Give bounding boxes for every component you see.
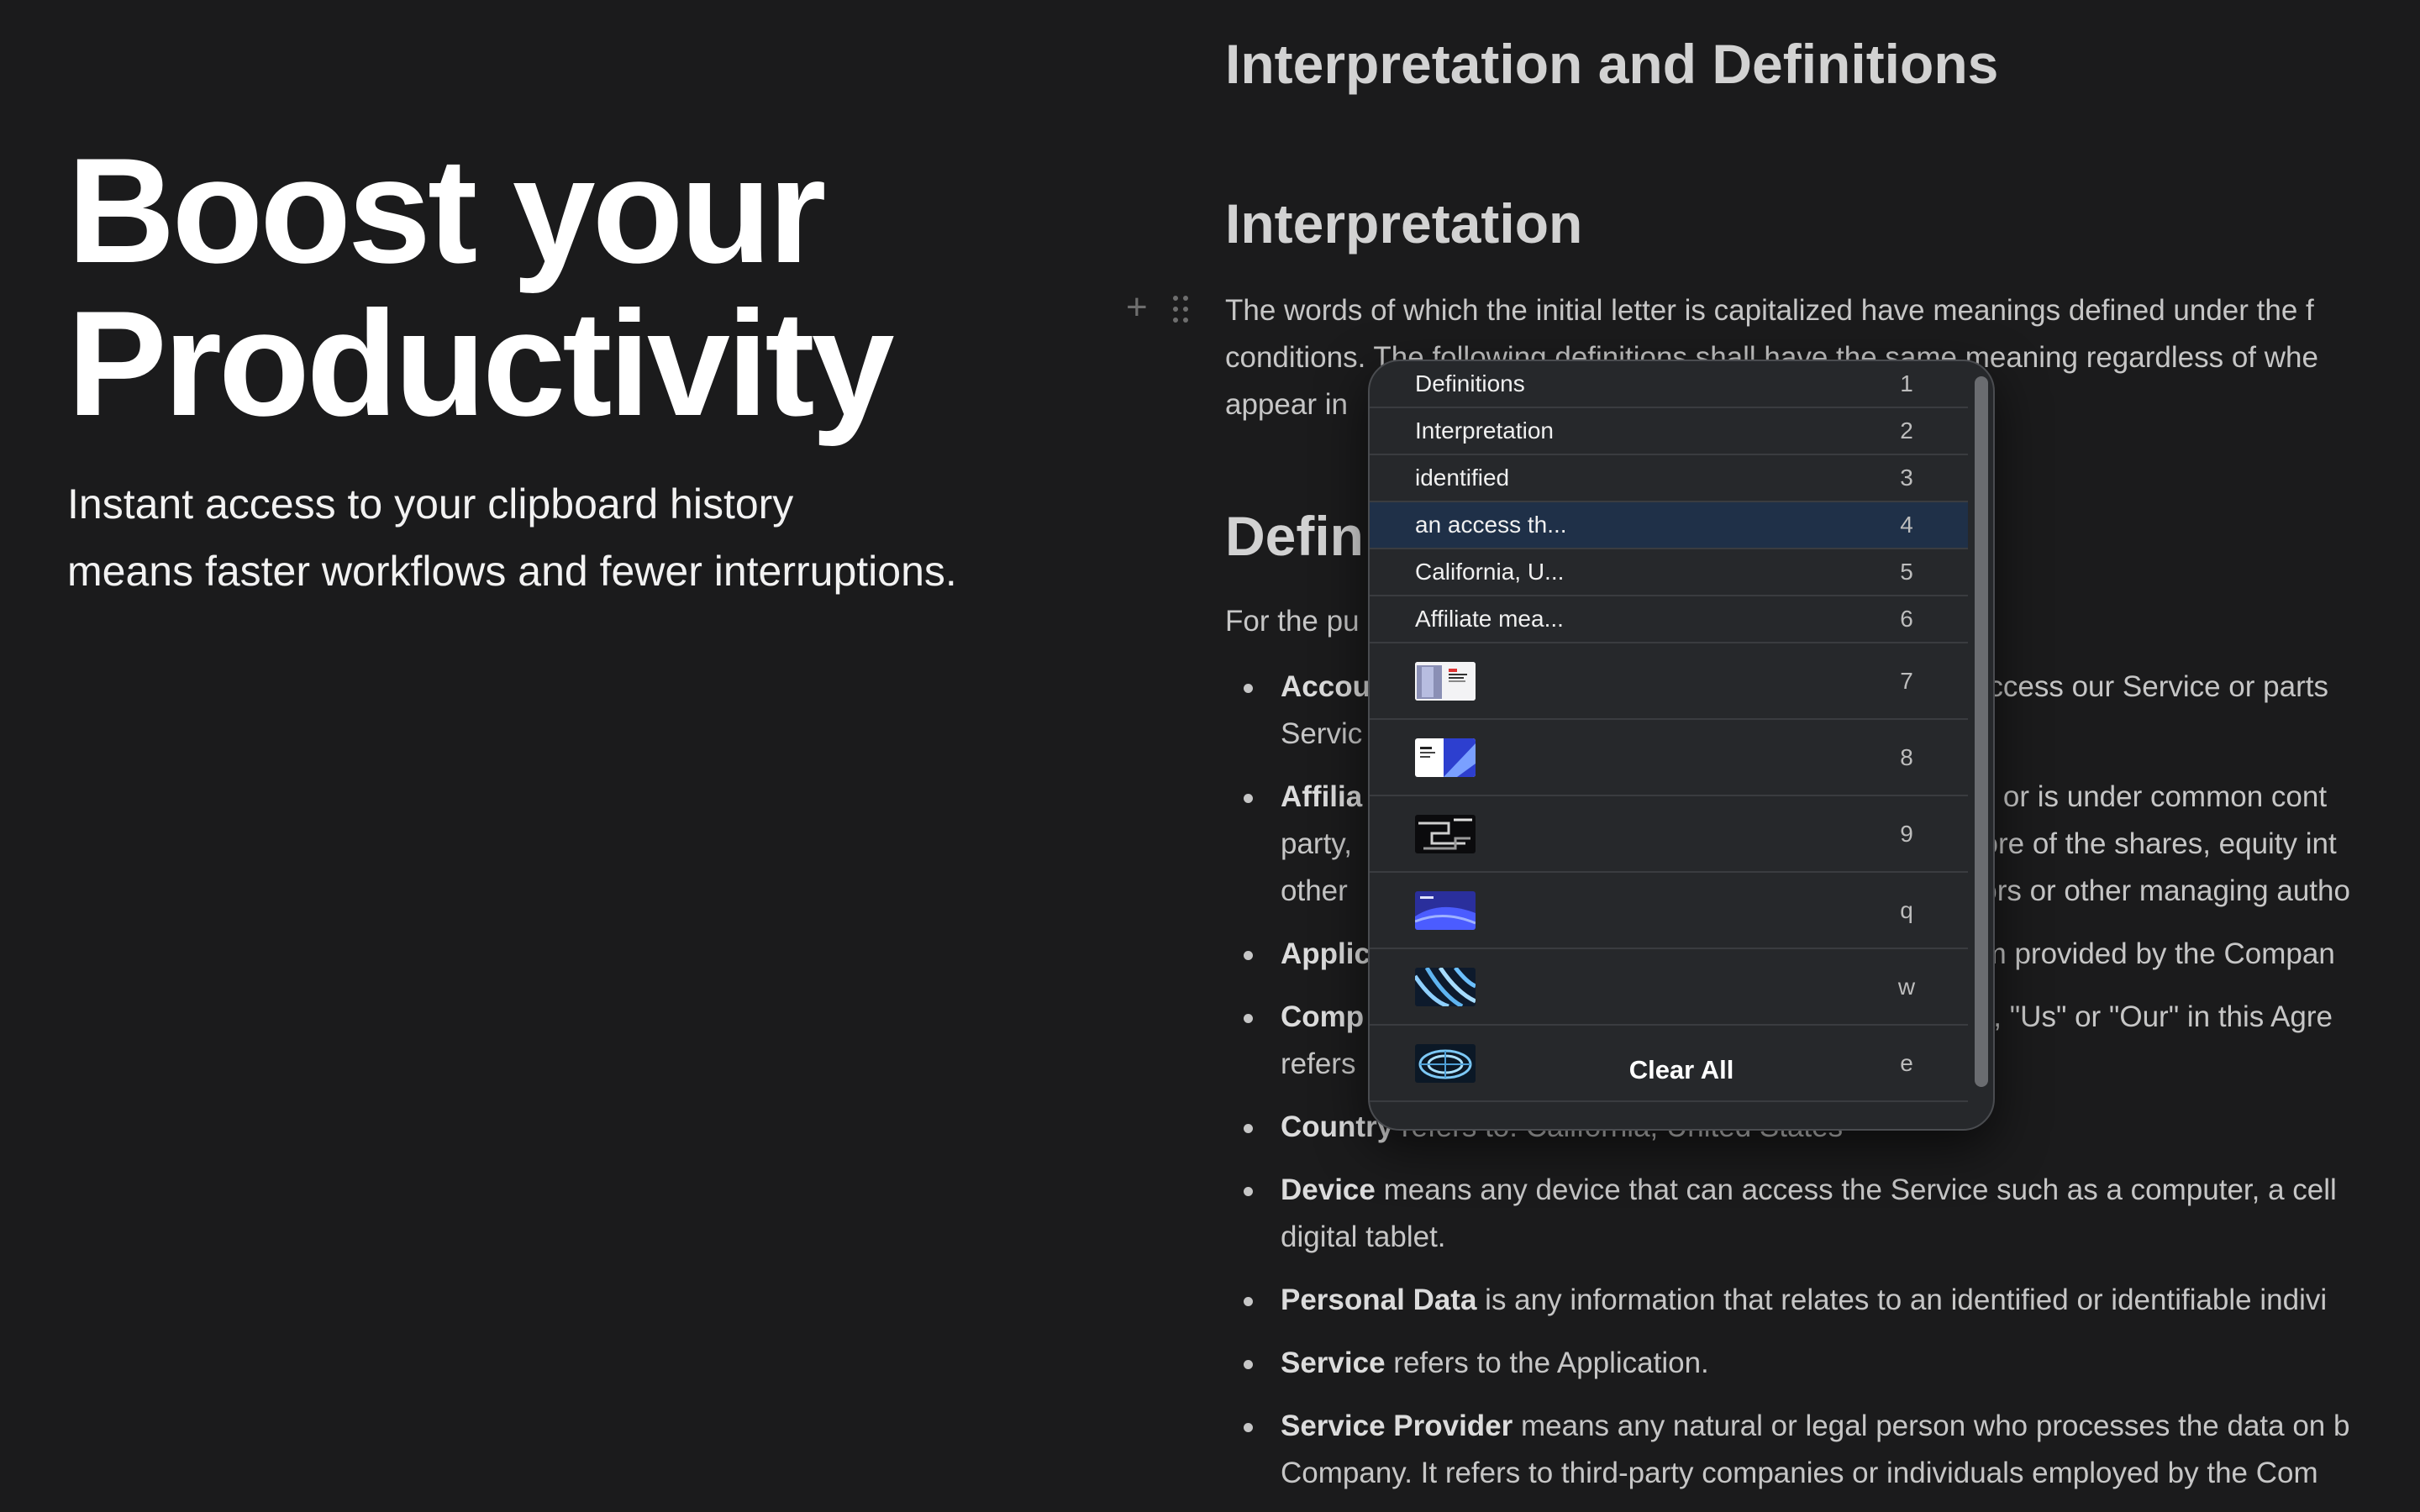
scrollbar[interactable] [1975, 376, 1988, 1087]
dark-pattern-thumbnail-icon [1415, 815, 1476, 853]
clipboard-history-popup: Definitions 1 Interpretation 2 identifie… [1368, 360, 1995, 1131]
item-text: refers to the Application. [1385, 1347, 1709, 1379]
hero-title-line: Productivity [67, 280, 895, 447]
hero-subtitle-line: means faster workflows and fewer interru… [67, 548, 957, 595]
shortcut-key: 8 [1900, 743, 1913, 770]
clipboard-image-entry[interactable]: 9 [1370, 796, 1968, 873]
paragraph-line: The words of which the initial letter is… [1225, 294, 2314, 327]
blue-stripes-thumbnail-icon [1415, 968, 1476, 1006]
term: Affilia [1281, 780, 1363, 813]
list-item: Service refers to the Application. [1225, 1340, 2420, 1387]
entry-label: Interpretation [1415, 417, 1554, 444]
drag-handle-icon[interactable] [1173, 296, 1190, 324]
document-thumbnail-icon [1415, 662, 1476, 701]
entry-label: Definitions [1415, 370, 1525, 396]
clipboard-entry[interactable]: identified 3 [1370, 455, 1968, 502]
blue-wave-thumbnail-icon [1415, 738, 1476, 777]
item-text: r more of the shares, equity int [1939, 827, 2337, 860]
item-text: We", "Us" or "Our" in this Agre [1939, 1000, 2333, 1033]
clear-all-button[interactable]: Clear All [1370, 1055, 1993, 1085]
list-item: Device means any device that can access … [1225, 1167, 2420, 1261]
clipboard-image-entry[interactable]: q [1370, 873, 1968, 949]
entry-label: an access th... [1415, 512, 1567, 538]
term: Device [1281, 1173, 1376, 1206]
shortcut-key: 6 [1900, 606, 1913, 632]
clipboard-entry[interactable]: Affiliate mea... 6 [1370, 596, 1968, 643]
definitions-intro: For the pu [1225, 605, 1360, 638]
hero-subtitle: Instant access to your clipboard history… [67, 470, 1160, 605]
shortcut-key: q [1900, 896, 1913, 923]
term: Accou [1281, 670, 1370, 703]
entry-label: California, U... [1415, 559, 1565, 585]
item-text: is any information that relates to an id… [1476, 1284, 2328, 1316]
item-text: means any device that can access the Ser… [1375, 1173, 2337, 1206]
list-item: Personal Data is any information that re… [1225, 1277, 2420, 1324]
clipboard-entry[interactable]: Definitions 1 [1370, 361, 1968, 408]
hero-subtitle-line: Instant access to your clipboard history [67, 480, 794, 528]
shortcut-key: 1 [1900, 370, 1913, 396]
item-text: ctors or other managing autho [1958, 874, 2350, 907]
item-text: means any natural or legal person who pr… [1512, 1410, 2350, 1442]
shortcut-key: 4 [1900, 512, 1913, 538]
item-text: d by or is under common cont [1939, 780, 2328, 813]
clipboard-entry[interactable]: California, U... 5 [1370, 549, 1968, 596]
list-item: Service Provider means any natural or le… [1225, 1403, 2420, 1497]
term: Personal Data [1281, 1284, 1477, 1316]
item-text: gram provided by the Compan [1939, 937, 2335, 970]
shortcut-key: w [1897, 973, 1916, 1000]
term: Service Provider [1281, 1410, 1513, 1442]
item-text: digital tablet. [1281, 1221, 1446, 1253]
shortcut-key: 2 [1900, 417, 1913, 444]
doc-heading-interpretation: Interpretation [1225, 192, 1583, 255]
shortcut-key: 5 [1900, 559, 1913, 585]
item-text: Company. It refers to third-party compan… [1281, 1457, 2318, 1489]
shortcut-key: 7 [1900, 667, 1913, 694]
add-block-icon[interactable]: + [1126, 289, 1148, 326]
term: Comp [1281, 1000, 1365, 1033]
doc-heading-definitions: Defin [1225, 505, 1364, 567]
item-text: party, [1281, 827, 1352, 860]
purple-blue-thumbnail-icon [1415, 891, 1476, 930]
item-text: to access our Service or parts [1939, 670, 2328, 703]
doc-heading-interpretation-and-definitions: Interpretation and Definitions [1225, 33, 1999, 95]
term: Applic [1281, 937, 1370, 970]
item-text: other [1281, 874, 1348, 907]
hero-title: Boost your Productivity [67, 134, 1076, 440]
entry-label: identified [1415, 465, 1510, 491]
clipboard-entry-selected[interactable]: an access th... 4 [1370, 502, 1968, 549]
hero-title-line: Boost your [67, 127, 826, 294]
clipboard-image-entry[interactable]: 8 [1370, 720, 1968, 796]
block-handles: + [1126, 289, 1193, 329]
clipboard-entry[interactable]: Interpretation 2 [1370, 408, 1968, 455]
clipboard-image-entry[interactable]: 7 [1370, 643, 1968, 720]
shortcut-key: 9 [1900, 820, 1913, 847]
entry-label: Affiliate mea... [1415, 606, 1564, 632]
shortcut-key: 3 [1900, 465, 1913, 491]
clipboard-image-entry[interactable]: w [1370, 949, 1968, 1026]
term: Service [1281, 1347, 1386, 1379]
